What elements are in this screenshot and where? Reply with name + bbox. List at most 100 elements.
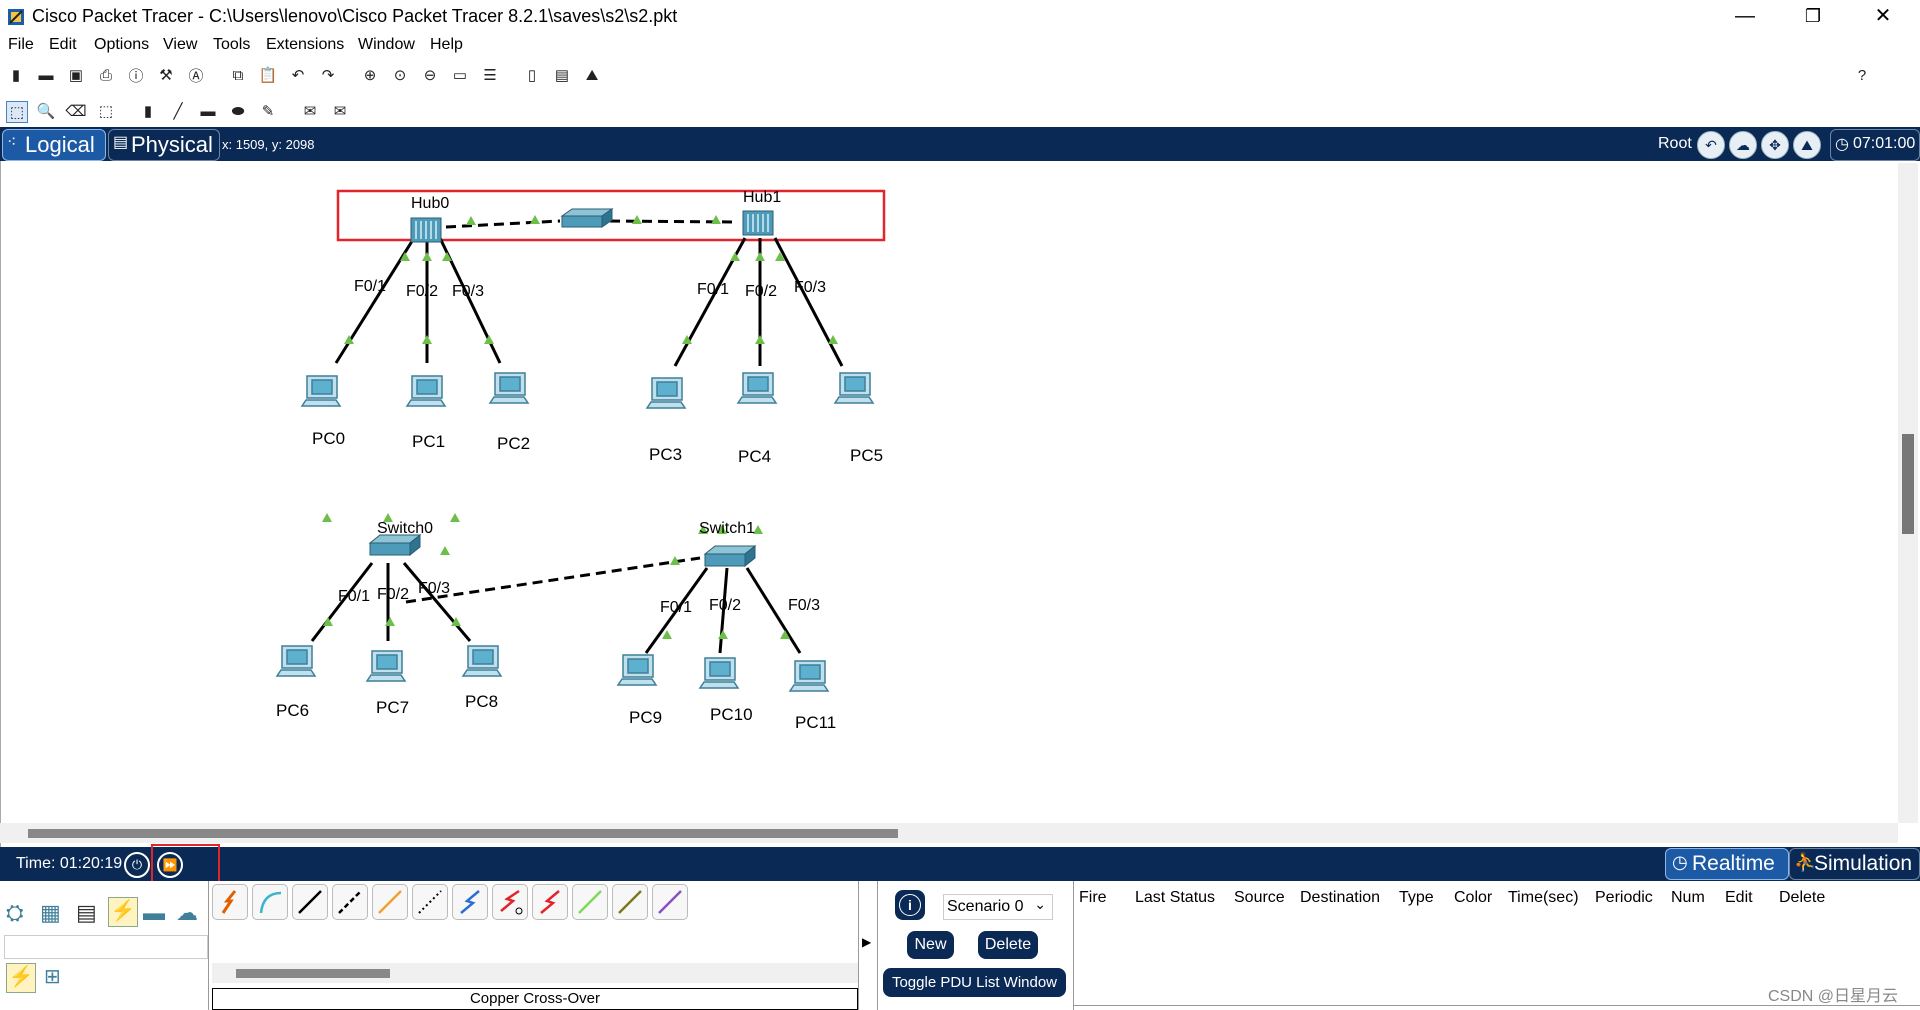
print-icon[interactable]: ⎙: [96, 65, 116, 85]
watermark: CSDN @日星月云: [1768, 988, 1899, 1005]
zoom-out-icon[interactable]: ⊖: [420, 65, 440, 85]
notes-icon[interactable]: ▯: [522, 65, 542, 85]
zoom-reset-icon[interactable]: ⊙: [390, 65, 410, 85]
multiuser-icon[interactable]: ☁: [176, 900, 198, 926]
scenario-select[interactable]: Scenario 0 ⌄: [943, 894, 1053, 920]
switch-device[interactable]: [703, 544, 757, 568]
open-folder-icon[interactable]: ▬: [36, 65, 56, 85]
device-list-icon[interactable]: ▤: [552, 65, 572, 85]
activity-wizard-icon[interactable]: Ⓐ: [186, 65, 206, 85]
menu-options[interactable]: Options: [94, 36, 149, 54]
tab-physical[interactable]: ▤ Physical: [108, 129, 220, 161]
realtime-button[interactable]: ◷ Realtime: [1665, 848, 1789, 880]
menu-bar: File Edit Options View Tools Extensions …: [0, 33, 1920, 59]
inspect-icon[interactable]: 🔍: [36, 101, 56, 121]
switch-device[interactable]: [368, 533, 422, 557]
port-label: F0/1: [338, 588, 371, 605]
copper-crossover-icon[interactable]: [332, 884, 368, 920]
menu-help[interactable]: Help: [430, 36, 463, 54]
cable-scroll-thumb[interactable]: [236, 969, 390, 978]
simple-pdu-icon[interactable]: ✉: [300, 101, 320, 121]
miscellaneous-icon[interactable]: ▬: [143, 900, 165, 926]
freeform-icon[interactable]: ✎: [258, 101, 278, 121]
coaxial-cable-icon[interactable]: [452, 884, 488, 920]
pc-devices[interactable]: [275, 372, 875, 692]
new-scenario-button[interactable]: New: [907, 931, 954, 959]
cloud-icon[interactable]: ☁: [1729, 131, 1757, 159]
highlight-box: [151, 844, 220, 883]
device-label: Hub1: [743, 189, 782, 206]
tab-logical[interactable]: ⁖ Logical: [2, 129, 106, 161]
pc-icon: [405, 375, 447, 407]
menu-extensions[interactable]: Extensions: [266, 36, 344, 54]
resize-shape-icon[interactable]: ⬚: [96, 101, 116, 121]
console-cable-icon[interactable]: [252, 884, 288, 920]
menu-edit[interactable]: Edit: [49, 36, 77, 54]
screenshot-icon[interactable]: ⛰: [582, 65, 602, 85]
clock-button[interactable]: ◷ 07:01:00: [1830, 129, 1920, 161]
connections-icon[interactable]: ⚡: [108, 897, 138, 927]
hub-device[interactable]: [410, 217, 442, 243]
move-viewport-icon[interactable]: ✥: [1761, 131, 1789, 159]
menu-file[interactable]: File: [8, 36, 34, 54]
toggle-pdu-list-button[interactable]: Toggle PDU List Window: [883, 968, 1066, 997]
switch-device[interactable]: [560, 208, 614, 228]
minimize-button[interactable]: —: [1710, 0, 1780, 33]
hub-device[interactable]: [742, 210, 774, 236]
port-label: F0/1: [660, 599, 693, 616]
pc-icon: [736, 372, 778, 404]
fiber-cable-icon[interactable]: [372, 884, 408, 920]
collapse-arrow-icon[interactable]: ▶: [862, 935, 871, 949]
copper-straight-icon[interactable]: [292, 884, 328, 920]
zoom-in-icon[interactable]: ⊕: [360, 65, 380, 85]
undo-icon[interactable]: ↶: [288, 65, 308, 85]
simulation-button[interactable]: ⛹ Simulation: [1789, 848, 1920, 880]
custom-device-icon[interactable]: ☰: [480, 65, 500, 85]
clock-icon: ◷: [1835, 136, 1849, 153]
menu-window[interactable]: Window: [358, 36, 415, 54]
category-search-field[interactable]: [4, 935, 208, 959]
draw-rectangle-icon[interactable]: ▬: [198, 101, 218, 121]
end-devices-icon[interactable]: ▦: [40, 900, 61, 926]
paste-icon[interactable]: 📋: [258, 65, 278, 85]
select-tool-icon[interactable]: ⬚: [6, 101, 28, 123]
redo-icon[interactable]: ↷: [318, 65, 338, 85]
device-label: PC4: [738, 447, 772, 466]
auto-connect-cable-icon[interactable]: [212, 884, 248, 920]
new-file-icon[interactable]: ▮: [6, 65, 26, 85]
grid-icon[interactable]: ⊞: [44, 964, 61, 989]
vertical-scroll-thumb[interactable]: [1902, 434, 1914, 534]
delete-scenario-button[interactable]: Delete: [978, 931, 1038, 959]
horizontal-scroll-thumb[interactable]: [28, 829, 898, 838]
usb-cable-icon[interactable]: [652, 884, 688, 920]
copy-icon[interactable]: ⧉: [228, 65, 248, 85]
power-cycle-icon[interactable]: ⏻: [124, 852, 150, 878]
help-icon[interactable]: ?: [1852, 65, 1872, 85]
menu-view[interactable]: View: [163, 36, 197, 54]
back-icon[interactable]: ↶: [1697, 131, 1725, 159]
background-image-icon[interactable]: ⛰: [1793, 131, 1821, 159]
info-icon[interactable]: ⓘ: [126, 65, 146, 85]
scenario-info-button[interactable]: i: [895, 890, 925, 920]
connections-subtype-icon[interactable]: ⚡: [6, 963, 36, 993]
phone-cable-icon[interactable]: [412, 884, 448, 920]
complex-pdu-icon[interactable]: ✉: [330, 101, 350, 121]
components-icon[interactable]: ▤: [76, 900, 97, 926]
draw-line-icon[interactable]: ╱: [168, 101, 188, 121]
serial-dte-icon[interactable]: [532, 884, 568, 920]
maximize-button[interactable]: ❐: [1778, 0, 1848, 33]
close-button[interactable]: ✕: [1848, 0, 1918, 33]
octal-cable-icon[interactable]: [572, 884, 608, 920]
clock-time: 07:01:00: [1853, 135, 1916, 152]
place-note-icon[interactable]: ▮: [138, 101, 158, 121]
topology-canvas[interactable]: [0, 161, 1898, 823]
serial-dce-icon[interactable]: [492, 884, 528, 920]
delete-tool-icon[interactable]: ⌫: [65, 101, 86, 121]
network-devices-icon[interactable]: ⛭: [6, 900, 24, 926]
drawing-palette-icon[interactable]: ▭: [450, 65, 470, 85]
iot-custom-cable-icon[interactable]: [612, 884, 648, 920]
save-icon[interactable]: ▣: [66, 65, 86, 85]
menu-tools[interactable]: Tools: [213, 36, 250, 54]
draw-ellipse-icon[interactable]: ⬬: [228, 101, 248, 121]
network-wizard-icon[interactable]: ⚒: [156, 65, 176, 85]
